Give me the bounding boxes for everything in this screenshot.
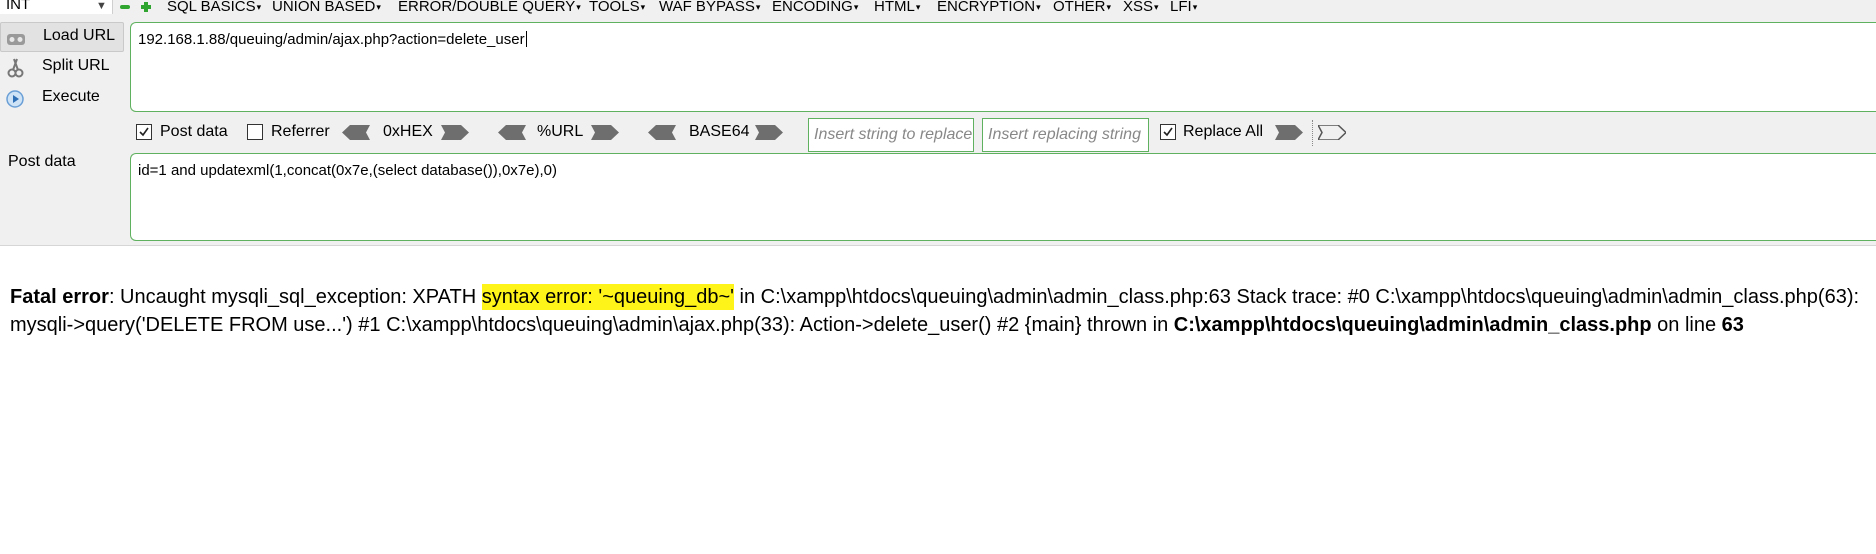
- insert-string-input[interactable]: Insert string to replace: [808, 118, 974, 152]
- referrer-checkbox-label: Referrer: [271, 123, 330, 140]
- url-input[interactable]: 192.168.1.88/queuing/admin/ajax.php?acti…: [130, 22, 1876, 112]
- menu-html[interactable]: HTML▾: [874, 0, 920, 14]
- menu-union-based[interactable]: UNION BASED▾: [272, 0, 381, 14]
- options-row: Post data Referrer 0xHEX %URL BASE64 Ins…: [0, 118, 1876, 152]
- fatal-error-label: Fatal error: [10, 286, 109, 308]
- error-on-line: on line: [1651, 314, 1722, 336]
- menu-bar: INT ▼ SQL BASICS▾ UNION BASED▾ ERROR/DOU…: [0, 0, 1876, 16]
- error-message-highlight: syntax error: '~queuing_db~': [481, 284, 734, 310]
- post-data-label: Post data: [8, 153, 76, 170]
- minus-icon[interactable]: [120, 2, 130, 12]
- menu-sql-basics[interactable]: SQL BASICS▾: [167, 0, 261, 14]
- error-file-path: C:\xampp\htdocs\queuing\admin\admin_clas…: [1173, 314, 1652, 336]
- insert-string-placeholder: Insert string to replace: [814, 126, 973, 143]
- error-message-pre: : Uncaught mysqli_sql_exception: XPATH: [108, 286, 482, 308]
- replace-reverse-arrow-icon[interactable]: [1316, 124, 1348, 141]
- split-url-label: Split URL: [42, 57, 110, 74]
- error-line-number: 63: [1721, 314, 1744, 336]
- play-icon: [4, 88, 26, 110]
- insert-replacing-input[interactable]: Insert replacing string: [982, 118, 1149, 152]
- menu-other[interactable]: OTHER▾: [1053, 0, 1111, 14]
- url-encode-arrow-icon[interactable]: [591, 125, 619, 140]
- menu-error-double-query[interactable]: ERROR/DOUBLE QUERY▾: [398, 0, 581, 14]
- hex-decode-arrow-icon[interactable]: [342, 125, 370, 140]
- plus-icon[interactable]: [141, 2, 151, 12]
- php-error-output: Fatal error: Uncaught mysqli_sql_excepti…: [10, 283, 1860, 339]
- url-value: 192.168.1.88/queuing/admin/ajax.php?acti…: [138, 31, 525, 48]
- post-data-input[interactable]: id=1 and updatexml(1,concat(0x7e,(select…: [130, 153, 1876, 241]
- menu-lfi[interactable]: LFI▾: [1170, 0, 1197, 14]
- post-data-value: id=1 and updatexml(1,concat(0x7e,(select…: [138, 162, 557, 179]
- post-data-checkbox-label: Post data: [160, 123, 228, 140]
- menu-xss[interactable]: XSS▾: [1123, 0, 1159, 14]
- chevron-down-icon: ▼: [96, 0, 107, 12]
- load-url-icon: [5, 27, 27, 49]
- execute-button[interactable]: Execute: [0, 84, 128, 112]
- base64-encode-arrow-icon[interactable]: [755, 125, 783, 140]
- scissors-icon: [4, 57, 26, 79]
- menu-waf-bypass[interactable]: WAF BYPASS▾: [659, 0, 760, 14]
- post-data-checkbox[interactable]: [136, 124, 152, 140]
- referrer-checkbox[interactable]: [247, 124, 263, 140]
- text-cursor: [525, 31, 527, 47]
- options-divider: [1312, 120, 1314, 146]
- menu-encoding[interactable]: ENCODING▾: [772, 0, 858, 14]
- load-url-label: Load URL: [43, 27, 116, 44]
- replace-apply-arrow-icon[interactable]: [1275, 125, 1303, 140]
- menu-encryption[interactable]: ENCRYPTION▾: [937, 0, 1041, 14]
- int-type-select[interactable]: INT ▼: [0, 0, 113, 14]
- url-decode-arrow-icon[interactable]: [498, 125, 526, 140]
- insert-replacing-placeholder: Insert replacing string: [988, 126, 1141, 143]
- replace-all-label: Replace All: [1183, 123, 1264, 140]
- hackbar-panel: INT ▼ SQL BASICS▾ UNION BASED▾ ERROR/DOU…: [0, 0, 1876, 246]
- hex-encode-arrow-icon[interactable]: [441, 125, 469, 140]
- int-select-value: INT: [6, 0, 31, 13]
- base64-label: BASE64: [689, 123, 750, 140]
- url-encode-label: %URL: [537, 123, 584, 140]
- load-url-button[interactable]: Load URL: [0, 22, 124, 52]
- execute-label: Execute: [42, 88, 100, 105]
- hex-label: 0xHEX: [383, 123, 433, 140]
- replace-all-checkbox[interactable]: [1160, 124, 1176, 140]
- split-url-button[interactable]: Split URL: [0, 53, 128, 81]
- menu-tools[interactable]: TOOLS▾: [589, 0, 645, 14]
- base64-decode-arrow-icon[interactable]: [648, 125, 676, 140]
